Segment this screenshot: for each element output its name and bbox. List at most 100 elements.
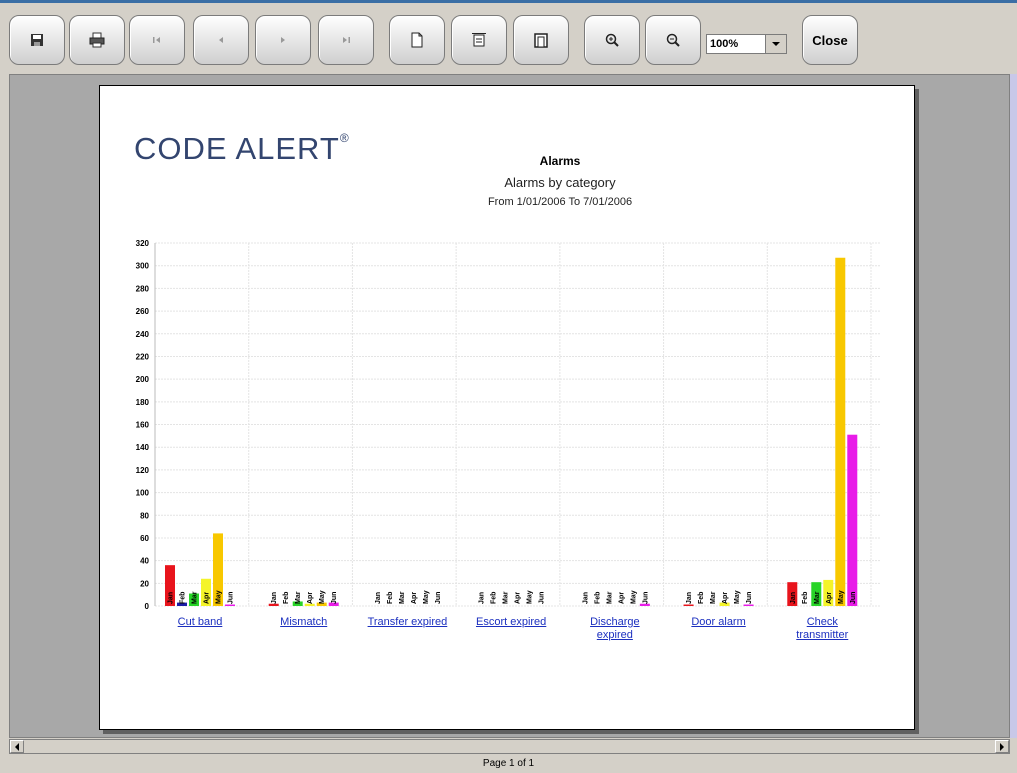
month-label: Apr xyxy=(204,592,211,604)
month-label: Feb xyxy=(802,592,809,604)
zoom-out-icon xyxy=(666,33,680,47)
whole-page-button[interactable] xyxy=(513,15,569,65)
category-link[interactable]: Escort expired xyxy=(461,616,561,629)
month-label: Mar xyxy=(814,591,821,604)
zoom-in-button[interactable] xyxy=(584,15,640,65)
category-link[interactable]: Mismatch xyxy=(254,616,354,629)
category-link[interactable]: Discharge expired xyxy=(565,616,665,642)
month-label: Feb xyxy=(387,592,394,604)
category-link[interactable]: Door alarm xyxy=(669,616,769,629)
report-toolbar: 100% Close xyxy=(0,3,1017,73)
month-label: Jan xyxy=(790,592,797,604)
month-label: Jan xyxy=(479,592,486,604)
y-tick-label: 160 xyxy=(136,421,150,430)
y-tick-label: 100 xyxy=(136,489,150,498)
month-label: Mar xyxy=(295,591,302,604)
report-page: CODE ALERT® Alarms Alarms by category Fr… xyxy=(99,85,915,730)
scroll-right-button[interactable] xyxy=(995,740,1009,753)
month-label: Feb xyxy=(698,592,705,604)
category-label-line: Check xyxy=(806,616,838,628)
save-button[interactable] xyxy=(9,15,65,65)
last-page-icon xyxy=(343,37,350,43)
y-tick-label: 80 xyxy=(140,511,149,520)
y-tick-label: 180 xyxy=(136,398,150,407)
y-tick-label: 120 xyxy=(136,466,150,475)
month-label: Jan xyxy=(271,592,278,604)
month-label: May xyxy=(319,590,326,604)
y-tick-label: 280 xyxy=(136,284,150,293)
category-label-line: expired xyxy=(596,629,633,641)
chevron-down-icon[interactable] xyxy=(765,35,786,53)
first-page-button[interactable] xyxy=(129,15,185,65)
month-label: May xyxy=(527,590,534,604)
horizontal-scrollbar[interactable] xyxy=(9,739,1010,754)
category-label-line: Transfer expired xyxy=(367,616,448,628)
y-tick-label: 20 xyxy=(140,579,149,588)
month-label: Jun xyxy=(539,592,546,604)
next-page-button[interactable] xyxy=(255,15,311,65)
report-viewport: CODE ALERT® Alarms Alarms by category Fr… xyxy=(9,74,1010,738)
first-page-icon xyxy=(153,37,160,43)
vertical-scrollbar[interactable] xyxy=(1010,74,1017,738)
month-label: Mar xyxy=(399,591,406,604)
bar xyxy=(847,434,858,606)
month-label: Jun xyxy=(331,592,338,604)
zoom-out-button[interactable] xyxy=(645,15,701,65)
month-label: Jan xyxy=(168,592,175,604)
y-tick-label: 40 xyxy=(140,557,149,566)
month-label: May xyxy=(734,590,741,604)
bar xyxy=(835,257,846,606)
month-label: Apr xyxy=(307,592,314,604)
category-label-line: Mismatch xyxy=(280,616,328,628)
category-link[interactable]: Transfer expired xyxy=(357,616,457,629)
y-tick-label: 240 xyxy=(136,330,150,339)
zoom-select[interactable]: 100% xyxy=(706,34,787,54)
month-label: Jun xyxy=(850,592,857,604)
arrow-left-icon xyxy=(15,742,19,751)
month-label: Feb xyxy=(594,592,601,604)
page-icon xyxy=(411,32,423,48)
zoom-in-icon xyxy=(605,33,619,47)
y-tick-label: 60 xyxy=(140,534,149,543)
month-label: Jun xyxy=(746,592,753,604)
month-label: Jan xyxy=(375,592,382,604)
month-label: May xyxy=(838,590,845,604)
scroll-left-button[interactable] xyxy=(10,740,24,753)
y-tick-label: 260 xyxy=(136,307,150,316)
category-label-line: Discharge xyxy=(590,616,640,628)
page-view-button[interactable] xyxy=(389,15,445,65)
month-label: Mar xyxy=(710,591,717,604)
month-label: Jun xyxy=(642,592,649,604)
month-label: Mar xyxy=(606,591,613,604)
last-page-button[interactable] xyxy=(318,15,374,65)
month-label: Jan xyxy=(582,592,589,604)
next-page-icon xyxy=(281,37,285,43)
category-label-line: Door alarm xyxy=(691,616,746,628)
month-label: Apr xyxy=(722,592,729,604)
category-label-line: transmitter xyxy=(796,629,849,641)
print-button[interactable] xyxy=(69,15,125,65)
month-label: Feb xyxy=(283,592,290,604)
category-link[interactable]: Cut band xyxy=(150,616,250,629)
y-tick-label: 300 xyxy=(136,262,150,271)
category-link[interactable]: Check transmitter xyxy=(772,616,872,642)
y-tick-label: 200 xyxy=(136,375,150,384)
month-label: Jun xyxy=(435,592,442,604)
month-label: Apr xyxy=(826,592,833,604)
month-label: Jun xyxy=(228,592,235,604)
close-button[interactable]: Close xyxy=(802,15,858,65)
month-label: Mar xyxy=(192,591,199,604)
month-label: Jan xyxy=(686,592,693,604)
page-width-button[interactable] xyxy=(451,15,507,65)
zoom-value: 100% xyxy=(710,38,739,50)
previous-page-button[interactable] xyxy=(193,15,249,65)
arrow-right-icon xyxy=(1000,742,1004,751)
page-width-icon xyxy=(472,33,486,47)
month-label: Apr xyxy=(411,592,418,604)
month-label: Apr xyxy=(515,592,522,604)
month-label: May xyxy=(630,590,637,604)
month-label: May xyxy=(423,590,430,604)
y-tick-label: 320 xyxy=(136,239,150,248)
y-tick-label: 220 xyxy=(136,352,150,361)
y-tick-label: 140 xyxy=(136,443,150,452)
